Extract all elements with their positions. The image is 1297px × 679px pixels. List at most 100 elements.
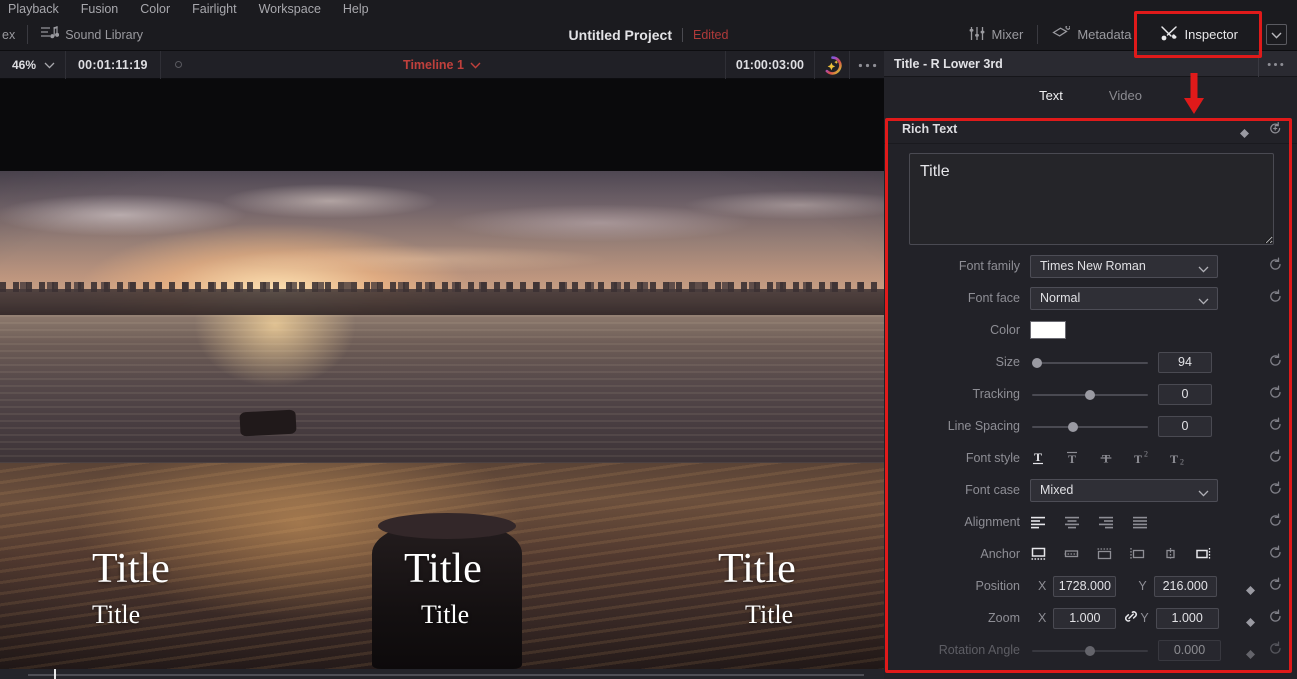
size-value-input[interactable]: 94 xyxy=(1158,351,1212,373)
position-x-input[interactable]: 1728.000 xyxy=(1053,575,1117,597)
property-label: Zoom xyxy=(988,611,1020,625)
font-face-dropdown[interactable]: Normal xyxy=(1030,286,1218,310)
property-row-rotation-angle: Rotation Angle 0.000 xyxy=(884,634,1297,666)
viewer-zoom-control[interactable]: 46% xyxy=(0,51,65,79)
property-label: Alignment xyxy=(964,515,1020,529)
tracking-value-input[interactable]: 0 xyxy=(1158,383,1212,405)
more-options-icon[interactable] xyxy=(850,51,884,79)
link-icon[interactable] xyxy=(1124,609,1138,627)
reset-icon[interactable] xyxy=(1268,481,1283,501)
toolbar-right-group: Mixer Metadata Inspector xyxy=(955,18,1297,51)
font-case-dropdown[interactable]: Mixed xyxy=(1030,478,1218,502)
keyframe-diamond-icon[interactable] xyxy=(1246,614,1255,632)
anchor-middle-icon[interactable] xyxy=(1063,547,1080,561)
reset-icon[interactable] xyxy=(1268,257,1283,277)
line-spacing-slider[interactable] xyxy=(1032,415,1148,438)
slider-knob[interactable] xyxy=(1068,421,1078,432)
strikethrough-icon[interactable]: T xyxy=(1098,450,1114,466)
reset-icon[interactable] xyxy=(1268,513,1283,533)
svg-text:2: 2 xyxy=(1180,458,1184,467)
reset-icon[interactable] xyxy=(1268,449,1283,469)
menu-item-playback[interactable]: Playback xyxy=(0,0,70,18)
sound-library-icon xyxy=(40,25,60,45)
anchor-left-icon[interactable] xyxy=(1129,547,1146,561)
inspector-header: Title - R Lower 3rd xyxy=(884,51,1297,77)
keyframe-diamond-icon[interactable] xyxy=(1246,582,1255,600)
font-family-dropdown[interactable]: Times New Roman xyxy=(1030,254,1218,278)
viewer-record-timecode[interactable]: 01:00:03:00 xyxy=(726,58,814,72)
rich-text-section-header[interactable]: Rich Text xyxy=(884,114,1297,144)
rich-text-input[interactable] xyxy=(909,153,1274,245)
tab-video[interactable]: Video xyxy=(1103,84,1148,107)
viewer-toolbar-right: 01:00:03:00 xyxy=(724,51,884,79)
scrubber-track[interactable] xyxy=(28,674,864,676)
rotation-angle-input[interactable]: 0.000 xyxy=(1158,639,1221,661)
reset-icon[interactable] xyxy=(1268,289,1283,309)
reset-icon[interactable] xyxy=(1268,641,1283,661)
property-label: Font case xyxy=(965,483,1020,497)
inspector-button[interactable]: Inspector xyxy=(1146,18,1252,51)
magic-mask-icon[interactable] xyxy=(815,51,849,79)
line-spacing-value-input[interactable]: 0 xyxy=(1158,415,1212,437)
align-center-icon[interactable] xyxy=(1064,516,1080,529)
reset-icon[interactable] xyxy=(1268,609,1283,629)
anchor-right-icon[interactable] xyxy=(1195,547,1212,561)
menu-item-fusion[interactable]: Fusion xyxy=(70,0,130,18)
font-family-value: Times New Roman xyxy=(1040,259,1146,273)
sound-library-button[interactable]: Sound Library xyxy=(40,25,143,45)
zoom-y-input[interactable]: 1.000 xyxy=(1155,607,1219,629)
more-options-icon[interactable] xyxy=(1261,51,1289,77)
panel-toggle-button[interactable] xyxy=(1266,24,1287,45)
align-justify-icon[interactable] xyxy=(1132,516,1148,529)
mixer-button[interactable]: Mixer xyxy=(955,18,1038,51)
reset-icon[interactable] xyxy=(1268,353,1283,373)
viewer-canvas[interactable]: Title Title Title Title Title Title xyxy=(0,79,884,669)
metadata-label: Metadata xyxy=(1077,27,1132,42)
size-slider[interactable] xyxy=(1032,351,1148,374)
position-y-input[interactable]: 216.000 xyxy=(1153,575,1217,597)
anchor-top-icon[interactable] xyxy=(1096,547,1113,561)
rich-text-input-wrap xyxy=(884,144,1297,250)
inspector-header-divider xyxy=(1258,51,1259,77)
metadata-icon xyxy=(1052,24,1071,44)
reset-icon[interactable] xyxy=(1268,385,1283,405)
menu-item-fairlight[interactable]: Fairlight xyxy=(181,0,247,18)
reset-icon[interactable] xyxy=(1268,545,1283,565)
reset-plus-icon[interactable] xyxy=(1268,121,1283,141)
superscript-icon[interactable]: T2 xyxy=(1132,450,1150,466)
scrubber-playhead[interactable] xyxy=(54,669,56,679)
reset-icon[interactable] xyxy=(1268,577,1283,597)
menu-item-workspace[interactable]: Workspace xyxy=(248,0,332,18)
menu-item-color[interactable]: Color xyxy=(129,0,181,18)
subscript-icon[interactable]: T2 xyxy=(1168,450,1186,466)
tracking-slider[interactable] xyxy=(1032,383,1148,406)
zoom-x-input[interactable]: 1.000 xyxy=(1053,607,1117,629)
color-swatch[interactable] xyxy=(1030,321,1066,339)
viewer-source-timecode[interactable]: 00:01:11:19 xyxy=(66,58,160,72)
align-right-icon[interactable] xyxy=(1098,516,1114,529)
toolbar-divider xyxy=(27,25,29,44)
viewer-scrubber[interactable] xyxy=(0,669,884,679)
metadata-button[interactable]: Metadata xyxy=(1038,18,1145,51)
svg-text:T: T xyxy=(1034,450,1042,464)
keyframe-diamond-icon[interactable] xyxy=(1246,646,1255,664)
keyframe-diamond-icon[interactable] xyxy=(1240,125,1249,143)
toolbar-left-group: ex Sound Library xyxy=(0,18,143,51)
anchor-center-icon[interactable] xyxy=(1162,547,1179,561)
rotation-angle-slider[interactable] xyxy=(1032,639,1148,662)
property-label: Size xyxy=(995,355,1020,369)
menu-item-help[interactable]: Help xyxy=(332,0,380,18)
align-left-icon[interactable] xyxy=(1030,516,1046,529)
toolbar-truncated-label[interactable]: ex xyxy=(0,28,15,42)
property-label: Rotation Angle xyxy=(938,643,1020,657)
edited-badge: Edited xyxy=(693,27,729,42)
slider-knob[interactable] xyxy=(1085,389,1095,400)
slider-knob[interactable] xyxy=(1032,357,1042,368)
reset-icon[interactable] xyxy=(1268,417,1283,437)
overline-icon[interactable]: T xyxy=(1064,450,1080,466)
tab-text[interactable]: Text xyxy=(1033,84,1069,107)
slider-knob[interactable] xyxy=(1085,645,1095,656)
underline-icon[interactable]: T xyxy=(1030,450,1046,466)
anchor-bottom-icon[interactable] xyxy=(1030,547,1047,561)
viewer-divider-2 xyxy=(159,50,161,79)
